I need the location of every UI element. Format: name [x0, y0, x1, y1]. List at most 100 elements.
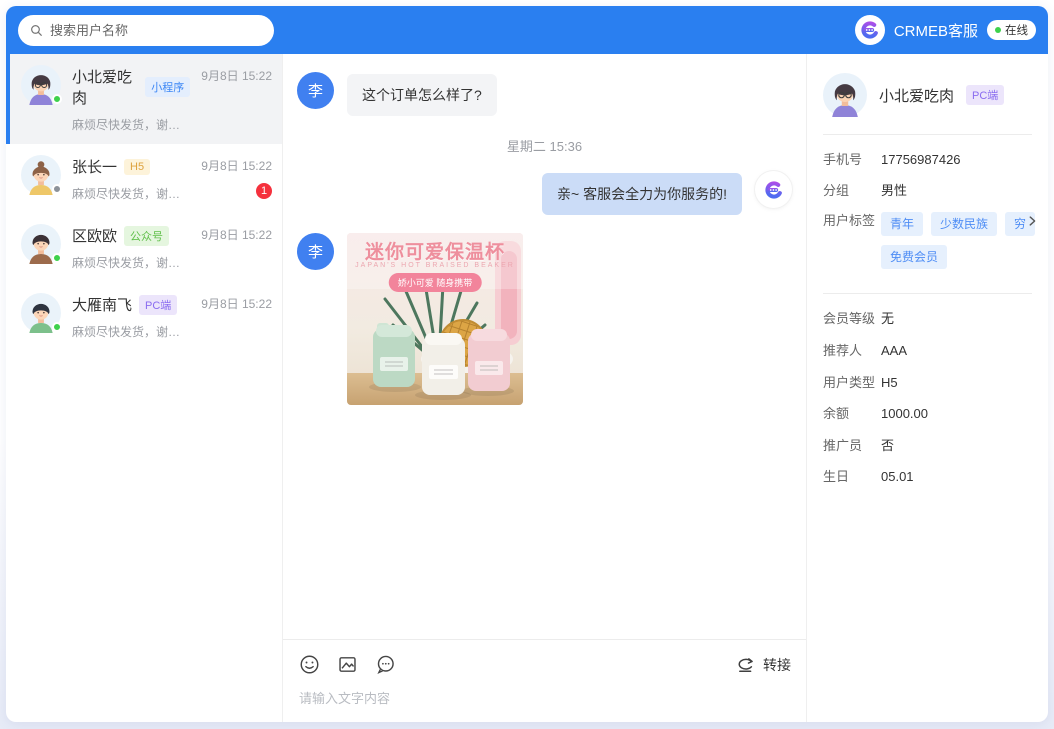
image-message-row: 李: [297, 233, 792, 405]
profile-row-phone: 手机号 17756987426: [823, 151, 1032, 169]
search-input[interactable]: [50, 23, 263, 38]
user-profile-panel: 小北爱吃肉 PC端 手机号 17756987426 分组 男性 用户标签 青年 …: [806, 54, 1048, 722]
chat-item-time: 9月8日 15:22: [201, 157, 272, 174]
field-value: AAA: [881, 342, 907, 360]
crmeb-logo-icon: [759, 175, 789, 205]
picture-icon: [336, 653, 359, 676]
tags-expand-button[interactable]: [1025, 214, 1039, 228]
incoming-bubble: 这个订单怎么样了?: [347, 74, 497, 116]
crmeb-logo-icon: [855, 15, 885, 45]
field-value: H5: [881, 374, 898, 392]
composer-toolbar: 转接: [283, 640, 806, 683]
field-label: 生日: [823, 468, 881, 486]
channel-badge: 公众号: [124, 226, 169, 246]
app-window: CRMEB客服 在线: [6, 6, 1048, 722]
chat-item-time: 9月8日 15:22: [201, 67, 272, 84]
status-dot: [52, 94, 62, 104]
chevron-right-icon: [1025, 214, 1039, 228]
field-value: 1000.00: [881, 405, 928, 423]
divider: [823, 134, 1032, 135]
field-label: 会员等级: [823, 310, 881, 328]
avatar: [21, 224, 61, 264]
profile-avatar: [823, 73, 867, 117]
status-dot: [52, 322, 62, 332]
chat-list-item-1[interactable]: 小北爱吃肉 小程序 麻烦尽快发货，谢谢啦! 9月8日 15:22: [6, 54, 282, 144]
chat-item-name: 区欧欧: [72, 225, 117, 246]
message-date: 星期二 15:36: [297, 136, 792, 155]
chat-item-preview: 麻烦尽快发货，谢谢啦!: [72, 323, 190, 340]
service-avatar: [755, 171, 792, 208]
field-label: 手机号: [823, 151, 881, 169]
topbar: CRMEB客服 在线: [6, 6, 1048, 54]
outgoing-bubble: 亲~ 客服会全力为你服务的!: [542, 173, 742, 215]
profile-tags-row: 用户标签 青年 少数民族 穷 免费会员: [823, 212, 1032, 278]
avatar: [21, 155, 61, 195]
profile-detail-row: 生日 05.01: [823, 468, 1032, 486]
chat-item-time: 9月8日 15:22: [201, 226, 272, 243]
search-box[interactable]: [18, 15, 274, 46]
field-value: 05.01: [881, 468, 914, 486]
user-tag: 青年: [881, 212, 923, 236]
user-tag: 少数民族: [931, 212, 997, 236]
quick-reply-button[interactable]: [374, 653, 397, 676]
brand-area: CRMEB客服 在线: [855, 15, 1036, 45]
field-label: 余额: [823, 405, 881, 423]
field-label: 用户类型: [823, 374, 881, 392]
field-value: 男性: [881, 182, 907, 200]
transfer-button[interactable]: 转接: [734, 654, 791, 676]
chat-list-item-2[interactable]: 张长一 H5 麻烦尽快发货，谢谢啦! 9月8日 15:22 1: [6, 144, 282, 213]
chat-item-main: 小北爱吃肉 小程序 麻烦尽快发货，谢谢啦!: [72, 65, 190, 133]
profile-detail-row: 推广员 否: [823, 437, 1032, 455]
avatar: [21, 293, 61, 333]
chat-item-main: 张长一 H5 麻烦尽快发货，谢谢啦!: [72, 155, 190, 202]
message-input[interactable]: [283, 683, 806, 722]
online-label: 在线: [1005, 22, 1028, 38]
field-value: 17756987426: [881, 151, 961, 169]
field-label: 分组: [823, 182, 881, 200]
profile-detail-row: 会员等级 无: [823, 310, 1032, 328]
product-image-tagline: 娇小可爱 随身携带: [389, 273, 482, 292]
chat-list-item-4[interactable]: 大雁南飞 PC端 麻烦尽快发货，谢谢啦! 9月8日 15:22: [6, 282, 282, 351]
smiley-icon: [298, 653, 321, 676]
profile-row-group: 分组 男性: [823, 182, 1032, 200]
chat-list: 小北爱吃肉 小程序 麻烦尽快发货，谢谢啦! 9月8日 15:22: [6, 54, 283, 722]
profile-header: 小北爱吃肉 PC端: [823, 69, 1032, 119]
chat-item-preview: 麻烦尽快发货，谢谢啦!: [72, 185, 190, 202]
chat-bubble-dots-icon: [374, 653, 397, 676]
profile-detail-row: 推荐人 AAA: [823, 342, 1032, 360]
outgoing-message-row: 亲~ 客服会全力为你服务的!: [297, 171, 792, 215]
product-image-title: 迷你可爱保温杯: [347, 237, 523, 264]
incoming-message-row: 李 这个订单怎么样了?: [297, 72, 792, 116]
field-label: 推荐人: [823, 342, 881, 360]
status-dot: [52, 184, 62, 194]
profile-details: 会员等级 无 推荐人 AAA 用户类型 H5 余额 1000.00 推广员: [823, 310, 1032, 485]
product-image-message[interactable]: 迷你可爱保温杯 JAPAN'S HOT BRAISED BEAKER 娇小可爱 …: [347, 233, 523, 405]
profile-channel-badge: PC端: [966, 85, 1004, 105]
search-icon: [29, 23, 44, 38]
chat-panel: 李 这个订单怎么样了? 星期二 15:36 亲~ 客服会全力为你服务的!: [283, 54, 806, 722]
channel-badge: 小程序: [145, 77, 190, 97]
avatar: [21, 65, 61, 105]
brand-name: CRMEB客服: [894, 20, 978, 41]
chat-list-item-3[interactable]: 区欧欧 公众号 麻烦尽快发货，谢谢啦! 9月8日 15:22: [6, 213, 282, 282]
chat-item-main: 区欧欧 公众号 麻烦尽快发货，谢谢啦!: [72, 224, 190, 271]
profile-detail-row: 余额 1000.00: [823, 405, 1032, 423]
divider: [823, 293, 1032, 294]
image-upload-button[interactable]: [336, 653, 359, 676]
composer: 转接: [283, 639, 806, 722]
field-value: 无: [881, 310, 894, 328]
chat-item-name: 大雁南飞: [72, 294, 132, 315]
transfer-icon: [734, 654, 756, 676]
chat-item-main: 大雁南飞 PC端 麻烦尽快发货，谢谢啦!: [72, 293, 190, 340]
product-image-subtitle: JAPAN'S HOT BRAISED BEAKER: [347, 262, 523, 269]
customer-avatar: 李: [297, 233, 334, 270]
unread-badge: 1: [256, 183, 272, 199]
message-list: 李 这个订单怎么样了? 星期二 15:36 亲~ 客服会全力为你服务的!: [283, 54, 806, 639]
chat-item-preview: 麻烦尽快发货，谢谢啦!: [72, 116, 190, 133]
channel-badge: H5: [124, 159, 150, 175]
channel-badge: PC端: [139, 295, 177, 315]
chat-item-time: 9月8日 15:22: [201, 295, 272, 312]
profile-detail-row: 用户类型 H5: [823, 374, 1032, 392]
emoji-button[interactable]: [298, 653, 321, 676]
chat-item-preview: 麻烦尽快发货，谢谢啦!: [72, 254, 190, 271]
